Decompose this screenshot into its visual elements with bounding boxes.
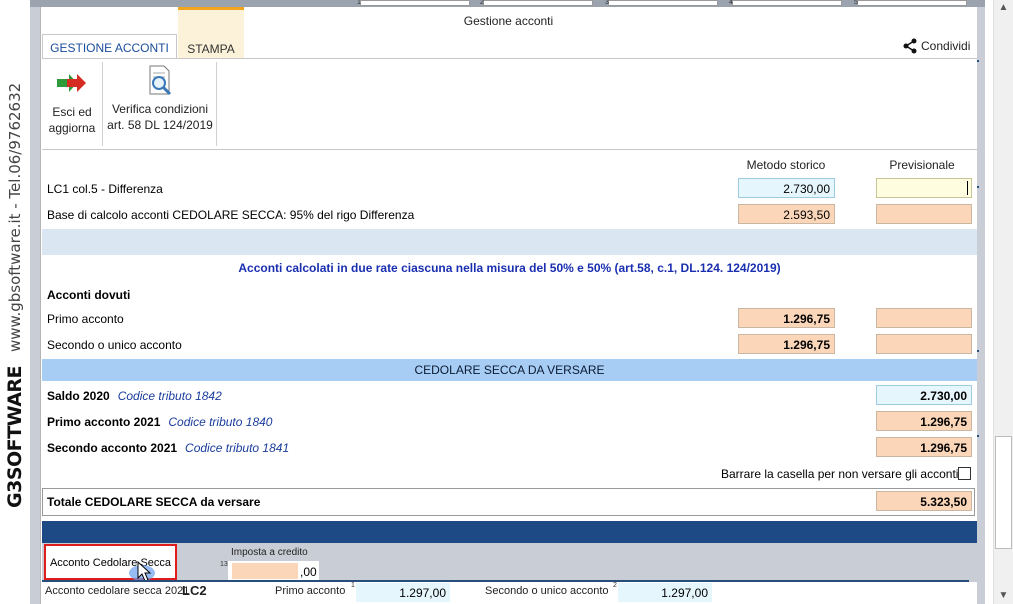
primo-acconto-label: Primo acconto [47,312,124,326]
share-icon [903,38,917,54]
verifica-condizioni-button[interactable]: Verifica condizioni art. 58 DL 124/2019 [106,64,214,133]
ribbon-separator [216,62,217,146]
saldo-codice: Codice tributo 1842 [117,389,222,403]
primo-acconto-storico-field[interactable]: 1.296,75 [738,308,835,328]
section-divider-band [42,229,977,255]
saldo-label: Saldo 2020 [47,389,110,403]
primo-acconto-bottom-label: Primo acconto [275,585,346,597]
edge-tick [977,60,979,62]
underlying-field-1: 1 [357,0,470,6]
base-calcolo-storico-field[interactable]: 2.593,50 [738,204,835,224]
verifica-label-2: art. 58 DL 124/2019 [107,118,213,132]
secondo-acconto-bottom-label: Secondo o unico acconto [485,585,609,597]
base-calcolo-previsionale-field[interactable] [876,204,972,224]
lc2-code: LC2 [182,583,207,598]
primo-field-number: 1 [351,582,355,589]
acconto-cedolare-secca-button[interactable]: Acconto Cedolare Secca [44,544,177,580]
acconti-dovuti-heading: Acconti dovuti [47,288,131,302]
tab-stampa[interactable]: STAMPA [178,7,244,58]
acconti-note: Acconti calcolati in due rate ciascuna n… [238,261,781,275]
primo-acconto-2021-codice: Codice tributo 1840 [168,415,273,429]
lc1-previsionale-field[interactable] [876,178,972,198]
imposta-credito-decimals: ,00 [300,565,317,579]
share-label: Condividi [921,39,971,53]
esci-label-2: aggiorna [48,121,96,135]
verifica-label-1: Verifica condizioni [111,102,209,116]
imposta-credito-label: Imposta a credito [231,547,308,558]
saldo-value-field[interactable]: 2.730,00 [876,385,972,405]
share-button[interactable]: Condividi [902,38,970,54]
base-calcolo-label: Base di calcolo acconti CEDOLARE SECCA: … [47,208,415,222]
lc1-storico-field[interactable]: 2.730,00 [738,178,835,198]
primo-acconto-2021-label: Primo acconto 2021 [47,415,161,429]
column-header-previsionale: Previsionale [889,158,955,172]
document-search-icon [149,65,172,96]
underlying-field-5: 5 [854,0,967,6]
secondo-acconto-bottom-field[interactable]: 1.297,00 [618,583,712,602]
secondo-acconto-previsionale-field[interactable] [876,334,972,354]
secondo-field-number: 2 [613,582,617,589]
scroll-down-icon[interactable]: ▼ [995,590,1012,601]
primo-acconto-bottom-field[interactable]: 1.297,00 [356,583,450,602]
secondo-acconto-2021-label: Secondo acconto 2021 [47,441,178,455]
underlying-field-4: 4 [729,0,842,6]
non-versare-label: Barrare la casella per non versare gli a… [721,467,959,481]
imposta-field-number: 13 [220,561,228,568]
non-versare-checkbox[interactable] [958,467,971,480]
brand-rotated: G3SOFTWARE www.gbsoftware.it - Tel.06/97… [2,0,28,604]
secondo-acconto-2021-codice: Codice tributo 1841 [185,441,290,455]
esci-aggiorna-button[interactable]: Esci ed aggiorna [44,64,100,136]
primo-acconto-2021-field[interactable]: 1.296,75 [876,411,972,431]
totale-value-field[interactable]: 5.323,50 [876,491,972,511]
brand-strip: G3SOFTWARE www.gbsoftware.it - Tel.06/97… [0,0,30,604]
totale-label: Totale CEDOLARE SECCA da versare [47,495,261,509]
primo-acconto-previsionale-field[interactable] [876,308,972,328]
esci-label-1: Esci ed [52,105,92,119]
lc1-label: LC1 col.5 - Differenza [47,182,163,196]
tab-gestione-acconti[interactable]: GESTIONE ACCONTI [42,34,177,58]
exit-arrows-icon [57,74,86,92]
imposta-credito-input[interactable] [232,563,298,579]
acconto-row-label: Acconto cedolare secca 2021 [45,585,190,597]
edge-tick [977,350,979,352]
scroll-up-icon[interactable]: ▲ [995,2,1012,13]
column-header-storico: Metodo storico [746,158,826,172]
secondo-acconto-label: Secondo o unico acconto [47,338,182,352]
secondo-acconto-2021-row: Secondo acconto 2021 Codice tributo 1841 [47,441,289,455]
underlying-field-2: 2 [480,0,593,6]
text-cursor [967,181,968,195]
ribbon-separator [102,62,103,146]
primo-acconto-2021-row: Primo acconto 2021 Codice tributo 1840 [47,415,272,429]
edge-tick [977,435,979,437]
saldo-row: Saldo 2020 Codice tributo 1842 [47,389,222,403]
secondo-acconto-2021-field[interactable]: 1.296,75 [876,437,972,457]
secondo-acconto-storico-field[interactable]: 1.296,75 [738,334,835,354]
underlying-field-3: 3 [605,0,718,6]
brand-contact: www.gbsoftware.it - Tel.06/9762632 [6,82,24,352]
cedolare-secca-band: CEDOLARE SECCA DA VERSARE [42,359,977,381]
brand-logo: G3SOFTWARE [4,365,26,508]
edge-tick [977,186,979,188]
window-footer-band [42,521,977,543]
scrollbar-thumb[interactable] [995,436,1012,549]
